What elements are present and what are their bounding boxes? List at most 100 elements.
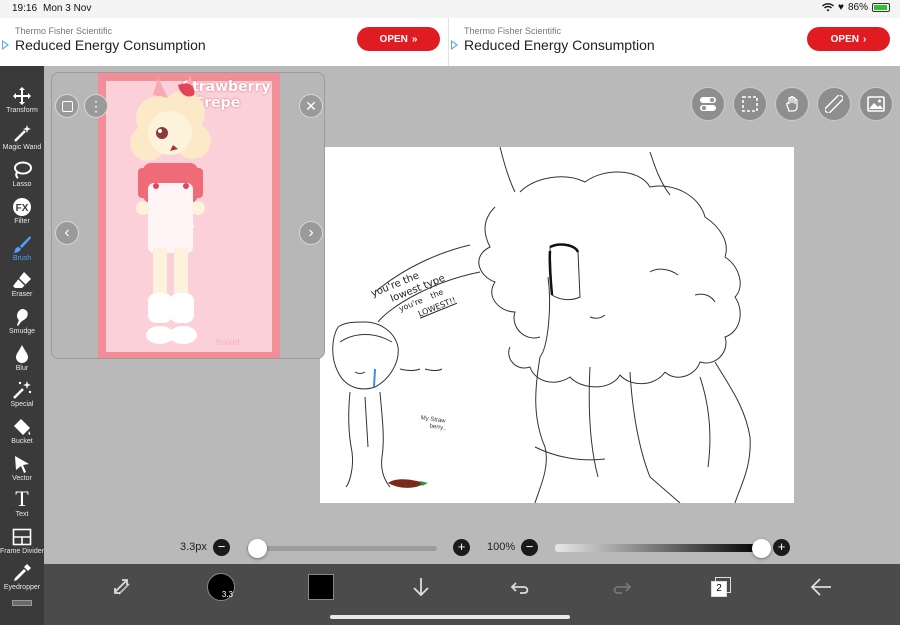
ad-choices-icon[interactable]: [2, 40, 9, 50]
undo-button[interactable]: [506, 572, 536, 602]
tool-label: Text: [15, 511, 29, 518]
reference-fit-button[interactable]: [55, 94, 79, 118]
battery-icon: [872, 3, 890, 12]
selection-button[interactable]: [733, 87, 767, 121]
home-indicator[interactable]: [330, 615, 570, 619]
undo-icon: [510, 582, 529, 594]
reference-panel[interactable]: Strawberry Crepe foxket foxket: [51, 72, 325, 359]
ad-choices-icon[interactable]: [451, 40, 458, 50]
ruler-button[interactable]: [817, 87, 851, 121]
ad-unit-right[interactable]: Thermo Fisher Scientific Reduced Energy …: [449, 18, 898, 66]
opacity-decrease-button[interactable]: −: [521, 539, 538, 556]
reference-next-button[interactable]: ›: [299, 221, 323, 245]
arrow-down-icon: [413, 578, 429, 597]
fx-icon: FX: [13, 198, 31, 216]
tool-eyedropper[interactable]: Eyedropper: [0, 561, 44, 597]
tool-text[interactable]: T Text: [0, 488, 44, 524]
tool-label: Eraser: [11, 291, 33, 298]
ad-sponsor: Thermo Fisher Scientific: [15, 26, 113, 36]
ad-unit-left[interactable]: Thermo Fisher Scientific Reduced Energy …: [0, 18, 449, 66]
ad-headline[interactable]: Reduced Energy Consumption: [464, 37, 655, 53]
ad-headline[interactable]: Reduced Energy Consumption: [15, 37, 206, 53]
strawberry-scribble: [388, 479, 424, 488]
move-icon: [13, 87, 31, 105]
svg-text:FX: FX: [16, 203, 29, 214]
ad-open-button[interactable]: OPEN ›: [807, 27, 890, 51]
lasso-icon: [14, 161, 32, 179]
brush-settings-row: 3.3px − + 100% − +: [0, 535, 900, 561]
color-picker-button[interactable]: [306, 572, 336, 602]
brush-size-increase-button[interactable]: +: [453, 539, 470, 556]
vector-cursor-icon: [15, 456, 29, 473]
opacity-slider[interactable]: [555, 544, 762, 552]
blur-drop-icon: [16, 345, 28, 363]
tool-brush[interactable]: Brush: [0, 232, 44, 268]
reference-close-button[interactable]: ✕: [299, 94, 323, 118]
brush-size-decrease-button[interactable]: −: [213, 539, 230, 556]
tool-special[interactable]: Special: [0, 378, 44, 414]
ad-open-button[interactable]: OPEN »: [357, 27, 440, 51]
tool-label: Smudge: [8, 328, 36, 335]
layers-icon: 2: [711, 577, 731, 597]
brush-size-slider[interactable]: [247, 546, 437, 551]
special-sparkle-icon: [13, 381, 32, 399]
redo-icon: [613, 582, 632, 594]
plus-icon: +: [777, 539, 786, 554]
brush-icon: [13, 236, 31, 253]
eraser-icon: [13, 272, 31, 288]
tool-label: Filter: [14, 218, 30, 225]
reference-character: [130, 75, 211, 344]
toggle-panel-button[interactable]: [691, 87, 725, 121]
tool-label: Magic Wand: [2, 144, 42, 151]
ad-open-label: OPEN: [830, 33, 859, 45]
minus-icon: −: [525, 539, 534, 554]
ruler-icon: [825, 95, 843, 113]
brush-size-label: 3.3px: [180, 541, 207, 553]
brush-size-preview: 3.3: [207, 573, 235, 601]
dashed-selection-icon: [742, 96, 758, 112]
reference-menu-button[interactable]: ⋮: [84, 94, 108, 118]
layer-count: 2: [716, 583, 722, 594]
opacity-increase-button[interactable]: +: [773, 539, 790, 556]
brush-size-preview-button[interactable]: 3.3: [206, 572, 236, 602]
tool-label: Transform: [6, 107, 38, 114]
reference-prev-button[interactable]: ‹: [55, 221, 79, 245]
tool-vector[interactable]: Vector: [0, 452, 44, 488]
tool-blur[interactable]: Blur: [0, 342, 44, 378]
drawing-canvas[interactable]: you're the lowest type you're the LOWEST…: [320, 147, 794, 503]
smudge-icon: [17, 309, 28, 326]
save-download-button[interactable]: [406, 572, 436, 602]
toolbar-more-indicator: [12, 600, 32, 606]
tool-filter[interactable]: FX Filter: [0, 195, 44, 231]
ad-sponsor: Thermo Fisher Scientific: [464, 26, 562, 36]
hand-gesture-button[interactable]: [775, 87, 809, 121]
tool-label: Special: [10, 401, 34, 408]
tool-label: Blur: [15, 365, 29, 372]
magic-wand-icon: [14, 125, 31, 142]
opacity-slider-handle[interactable]: [752, 539, 771, 558]
image-reference-button[interactable]: [859, 87, 893, 121]
ad-open-label: OPEN: [379, 33, 408, 45]
eyedropper-icon: [14, 564, 31, 581]
tool-eraser[interactable]: Eraser: [0, 268, 44, 304]
tool-transform[interactable]: Transform: [0, 84, 44, 120]
status-date: Mon 3 Nov: [43, 3, 92, 14]
tool-magic-wand[interactable]: Magic Wand: [0, 121, 44, 157]
swap-button[interactable]: [107, 572, 137, 602]
redo-button[interactable]: [606, 572, 636, 602]
minus-icon: −: [217, 539, 226, 554]
back-button[interactable]: [806, 572, 836, 602]
layers-button[interactable]: 2: [706, 572, 736, 602]
chevron-right-icon: ›: [863, 33, 867, 45]
tool-lasso[interactable]: Lasso: [0, 158, 44, 194]
swap-arrows-icon: [114, 579, 130, 595]
image-icon: [867, 96, 885, 112]
more-vertical-icon: ⋮: [89, 98, 103, 114]
square-icon: [61, 100, 73, 112]
close-icon: ✕: [305, 98, 317, 114]
tool-smudge[interactable]: Smudge: [0, 305, 44, 341]
brush-size-slider-handle[interactable]: [247, 539, 267, 558]
tool-label: Bucket: [11, 438, 33, 445]
tool-bucket[interactable]: Bucket: [0, 415, 44, 451]
tool-label: Vector: [12, 475, 32, 482]
